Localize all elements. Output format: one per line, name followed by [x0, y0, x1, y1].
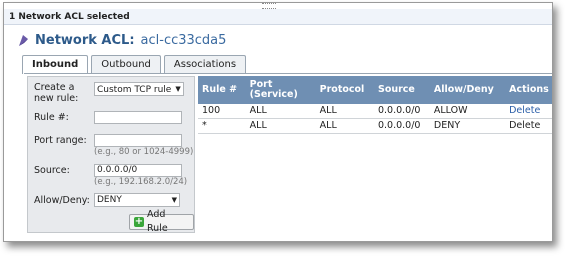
source-input[interactable]: 0.0.0.0/0 [94, 164, 182, 177]
allow-deny-cell: DENY [429, 118, 506, 134]
port-range-hint: (e.g., 80 or 1024-4999) [94, 147, 194, 157]
acl-rules-table: Rule # Port (Service) Protocol Source Al… [198, 76, 552, 134]
create-rule-label: Create a new rule: [34, 82, 79, 104]
page-title: Network ACL: acl-cc33cda5 [18, 30, 226, 50]
col-source[interactable]: Source [373, 76, 430, 104]
rule-number-input[interactable] [94, 111, 182, 124]
col-port-label: Port (Service) [249, 79, 298, 100]
tab-inbound[interactable]: Inbound [22, 55, 89, 74]
title-label: Network ACL: [35, 32, 135, 48]
protocol-cell: ALL [315, 104, 374, 119]
port-range-label: Port range: [34, 135, 87, 146]
table-header-row: Rule # Port (Service) Protocol Source Al… [198, 76, 552, 104]
add-plus-icon: + [134, 216, 144, 227]
col-protocol[interactable]: Protocol [315, 76, 374, 104]
delete-link[interactable]: Delete [509, 105, 540, 116]
col-rule-number[interactable]: Rule # [198, 76, 246, 104]
port-range-input[interactable] [94, 134, 182, 147]
table-row: 100 ALL ALL 0.0.0.0/0 ALLOW Delete [198, 104, 552, 119]
source-cell: 0.0.0.0/0 [373, 104, 430, 119]
new-rule-form: Create a new rule: Custom TCP rule ▼ Rule… [27, 76, 195, 234]
rule-number-label: Rule #: [34, 112, 69, 123]
tab-associations[interactable]: Associations [163, 55, 247, 73]
acl-details-panel: 1 Network ACL selected Network ACL: acl-… [3, 2, 553, 242]
chevron-down-icon: ▼ [175, 85, 181, 93]
source-hint: (e.g., 192.168.2.0/24) [94, 177, 188, 187]
rule-type-value: Custom TCP rule [97, 85, 172, 95]
delete-text: Delete [509, 120, 541, 131]
port-cell: ALL [245, 104, 316, 119]
inbound-panel: Create a new rule: Custom TCP rule ▼ Rule… [24, 73, 552, 234]
allow-deny-cell: ALLOW [429, 104, 506, 119]
col-port[interactable]: Port (Service) [245, 76, 316, 104]
source-cell: 0.0.0.0/0 [373, 118, 430, 134]
allow-deny-value: DENY [97, 195, 122, 205]
port-cell: ALL [245, 118, 316, 134]
tab-bar: Inbound Outbound Associations [22, 55, 247, 74]
source-label: Source: [34, 165, 70, 176]
allow-deny-label: Allow/Deny: [34, 195, 90, 206]
acl-id: acl-cc33cda5 [140, 32, 227, 48]
selection-status-bar: 1 Network ACL selected [4, 9, 552, 25]
protocol-cell: ALL [315, 118, 374, 134]
tab-outbound[interactable]: Outbound [91, 55, 161, 73]
rule-number-cell: 100 [198, 104, 246, 119]
network-acl-icon [19, 34, 28, 46]
rule-type-select[interactable]: Custom TCP rule ▼ [94, 82, 184, 96]
rule-number-cell: * [198, 118, 246, 134]
allow-deny-select[interactable]: DENY ▼ [94, 193, 180, 207]
table-row: * ALL ALL 0.0.0.0/0 DENY Delete [198, 118, 552, 134]
col-allow-deny[interactable]: Allow/Deny [429, 76, 506, 104]
chevron-down-icon: ▼ [171, 196, 177, 204]
add-rule-button[interactable]: + Add Rule [129, 209, 194, 234]
col-actions: Actions [505, 76, 552, 104]
selection-count-text: 1 Network ACL selected [9, 12, 130, 22]
add-rule-label: Add Rule [146, 209, 168, 234]
